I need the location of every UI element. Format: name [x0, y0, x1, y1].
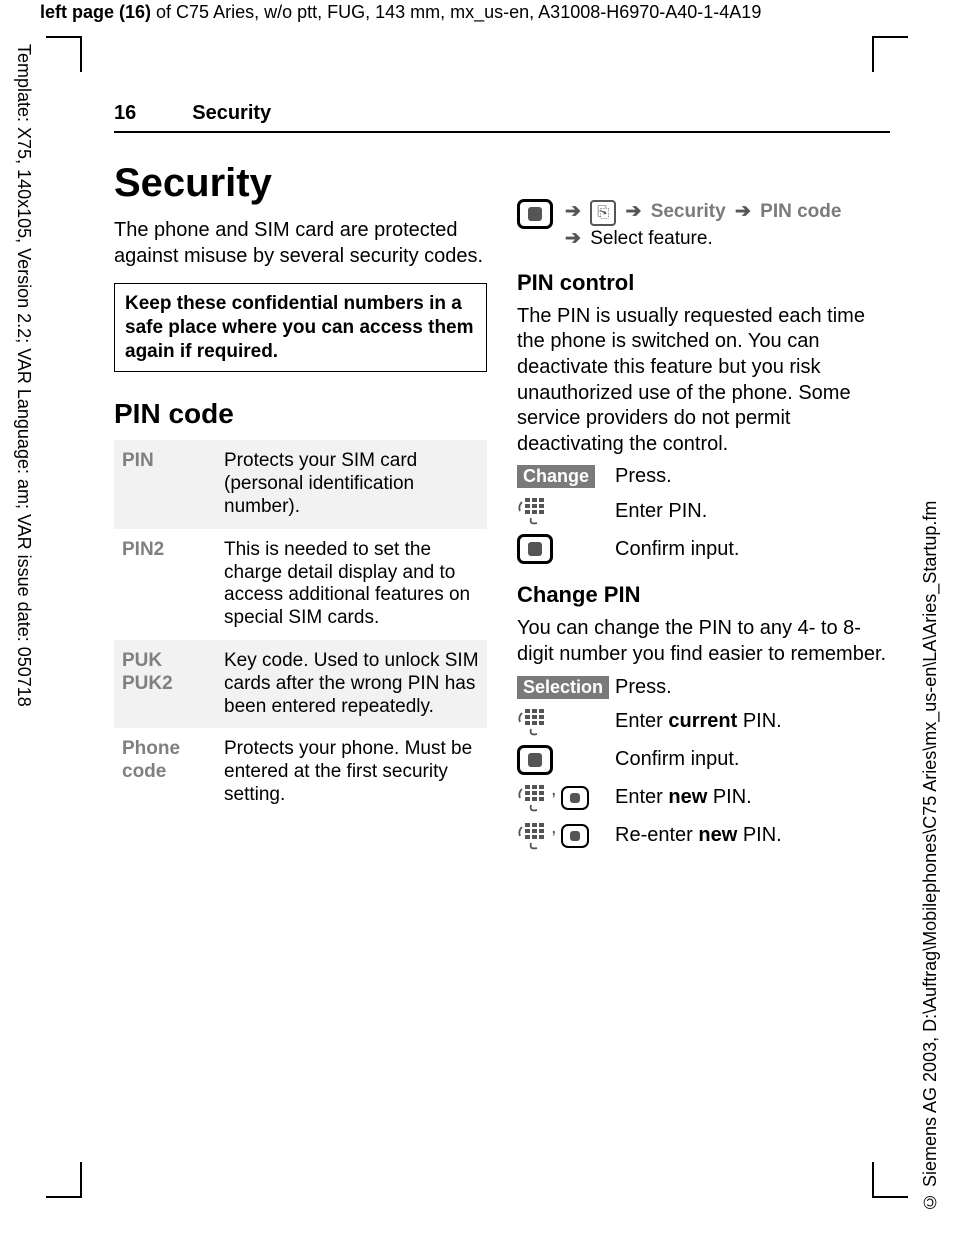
- step-row: Enter PIN.: [517, 496, 890, 526]
- crop-mark: [872, 36, 874, 72]
- arrow-icon: ➔: [565, 199, 581, 225]
- step-row: Selection Press.: [517, 676, 890, 699]
- keypad-icon: [517, 783, 547, 813]
- step-row: Confirm input.: [517, 534, 890, 564]
- step-row: Enter current PIN.: [517, 707, 890, 737]
- page-title: Security: [114, 161, 487, 206]
- keypad-icon: [517, 821, 547, 851]
- intro-text: The phone and SIM card are protected aga…: [114, 218, 487, 269]
- right-column: ➔ ⎘ ➔ Security ➔ PIN code ➔ Select featu…: [517, 151, 890, 859]
- crop-mark: [46, 36, 82, 38]
- crop-mark: [872, 36, 908, 38]
- center-key-icon: [517, 745, 553, 775]
- codes-table: PIN Protects your SIM card (personal ide…: [114, 440, 487, 816]
- crop-mark: [80, 1162, 82, 1198]
- step-text: Press.: [615, 676, 672, 699]
- page-number: 16: [114, 102, 136, 125]
- table-row: PIN Protects your SIM card (personal ide…: [114, 440, 487, 528]
- arrow-icon: ➔: [625, 199, 641, 225]
- top-banner: left page (16) of C75 Aries, w/o ptt, FU…: [40, 2, 761, 23]
- left-column: Security The phone and SIM card are prot…: [114, 151, 487, 859]
- table-row: PUK PUK2 Key code. Used to unlock SIM ca…: [114, 640, 487, 728]
- step-text: Re-enter new PIN.: [615, 824, 782, 847]
- copyright-info-right: © Siemens AG 2003, D:\Auftrag\Mobilephon…: [920, 352, 950, 1212]
- nav-security: Security: [651, 201, 726, 222]
- arrow-icon: ➔: [565, 226, 581, 252]
- heading-change-pin: Change PIN: [517, 582, 890, 608]
- step-row: , Enter new PIN.: [517, 783, 890, 813]
- table-row: PIN2 This is needed to set the charge de…: [114, 529, 487, 640]
- center-key-icon: [517, 534, 553, 564]
- pin-control-text: The PIN is usually requested each time t…: [517, 304, 890, 458]
- softkey-change: Change: [517, 465, 595, 488]
- step-text: Enter current PIN.: [615, 710, 782, 733]
- center-key-icon: [561, 824, 589, 848]
- top-banner-rest: of C75 Aries, w/o ptt, FUG, 143 mm, mx_u…: [156, 2, 761, 22]
- term-puk: PUK PUK2: [114, 640, 216, 728]
- crop-mark: [872, 1196, 908, 1198]
- step-row: Confirm input.: [517, 745, 890, 775]
- center-key-icon: [561, 786, 589, 810]
- change-pin-text: You can change the PIN to any 4- to 8-di…: [517, 616, 890, 667]
- step-text: Confirm input.: [615, 538, 740, 561]
- heading-pin-control: PIN control: [517, 270, 890, 296]
- top-banner-prefix: left page (16): [40, 2, 156, 22]
- menu-path: ➔ ⎘ ➔ Security ➔ PIN code ➔ Select featu…: [517, 199, 890, 252]
- arrow-icon: ➔: [735, 199, 751, 225]
- step-text: Enter new PIN.: [615, 786, 752, 809]
- warning-note: Keep these confidential numbers in a saf…: [114, 283, 487, 372]
- heading-pin-code: PIN code: [114, 398, 487, 430]
- template-info-left: Template: X75, 140x105, Version 2.2; VAR…: [4, 44, 34, 824]
- table-row: Phone code Protects your phone. Must be …: [114, 728, 487, 816]
- step-row: Change Press.: [517, 465, 890, 488]
- crop-mark: [46, 1196, 82, 1198]
- step-text: Enter PIN.: [615, 500, 707, 523]
- crop-mark: [872, 1162, 874, 1198]
- nav-pin-code: PIN code: [760, 201, 841, 222]
- center-key-icon: [517, 199, 553, 229]
- def-pin: Protects your SIM card (personal identif…: [216, 440, 487, 528]
- running-title: Security: [192, 102, 271, 125]
- keypad-icon: [517, 496, 547, 526]
- nav-select-feature: Select feature.: [590, 228, 713, 249]
- step-text: Press.: [615, 465, 672, 488]
- step-text: Confirm input.: [615, 748, 740, 771]
- page-content: 16 Security Security The phone and SIM c…: [114, 102, 890, 859]
- step-row: , Re-enter new PIN.: [517, 821, 890, 851]
- def-pin2: This is needed to set the charge detail …: [216, 529, 487, 640]
- term-pin2: PIN2: [114, 529, 216, 640]
- def-puk: Key code. Used to unlock SIM cards after…: [216, 640, 487, 728]
- keypad-icon: [517, 707, 547, 737]
- term-pin: PIN: [114, 440, 216, 528]
- def-phone-code: Protects your phone. Must be entered at …: [216, 728, 487, 816]
- crop-mark: [80, 36, 82, 72]
- running-header: 16 Security: [114, 102, 890, 133]
- term-phone-code: Phone code: [114, 728, 216, 816]
- settings-icon: ⎘: [590, 200, 616, 226]
- softkey-selection: Selection: [517, 676, 609, 699]
